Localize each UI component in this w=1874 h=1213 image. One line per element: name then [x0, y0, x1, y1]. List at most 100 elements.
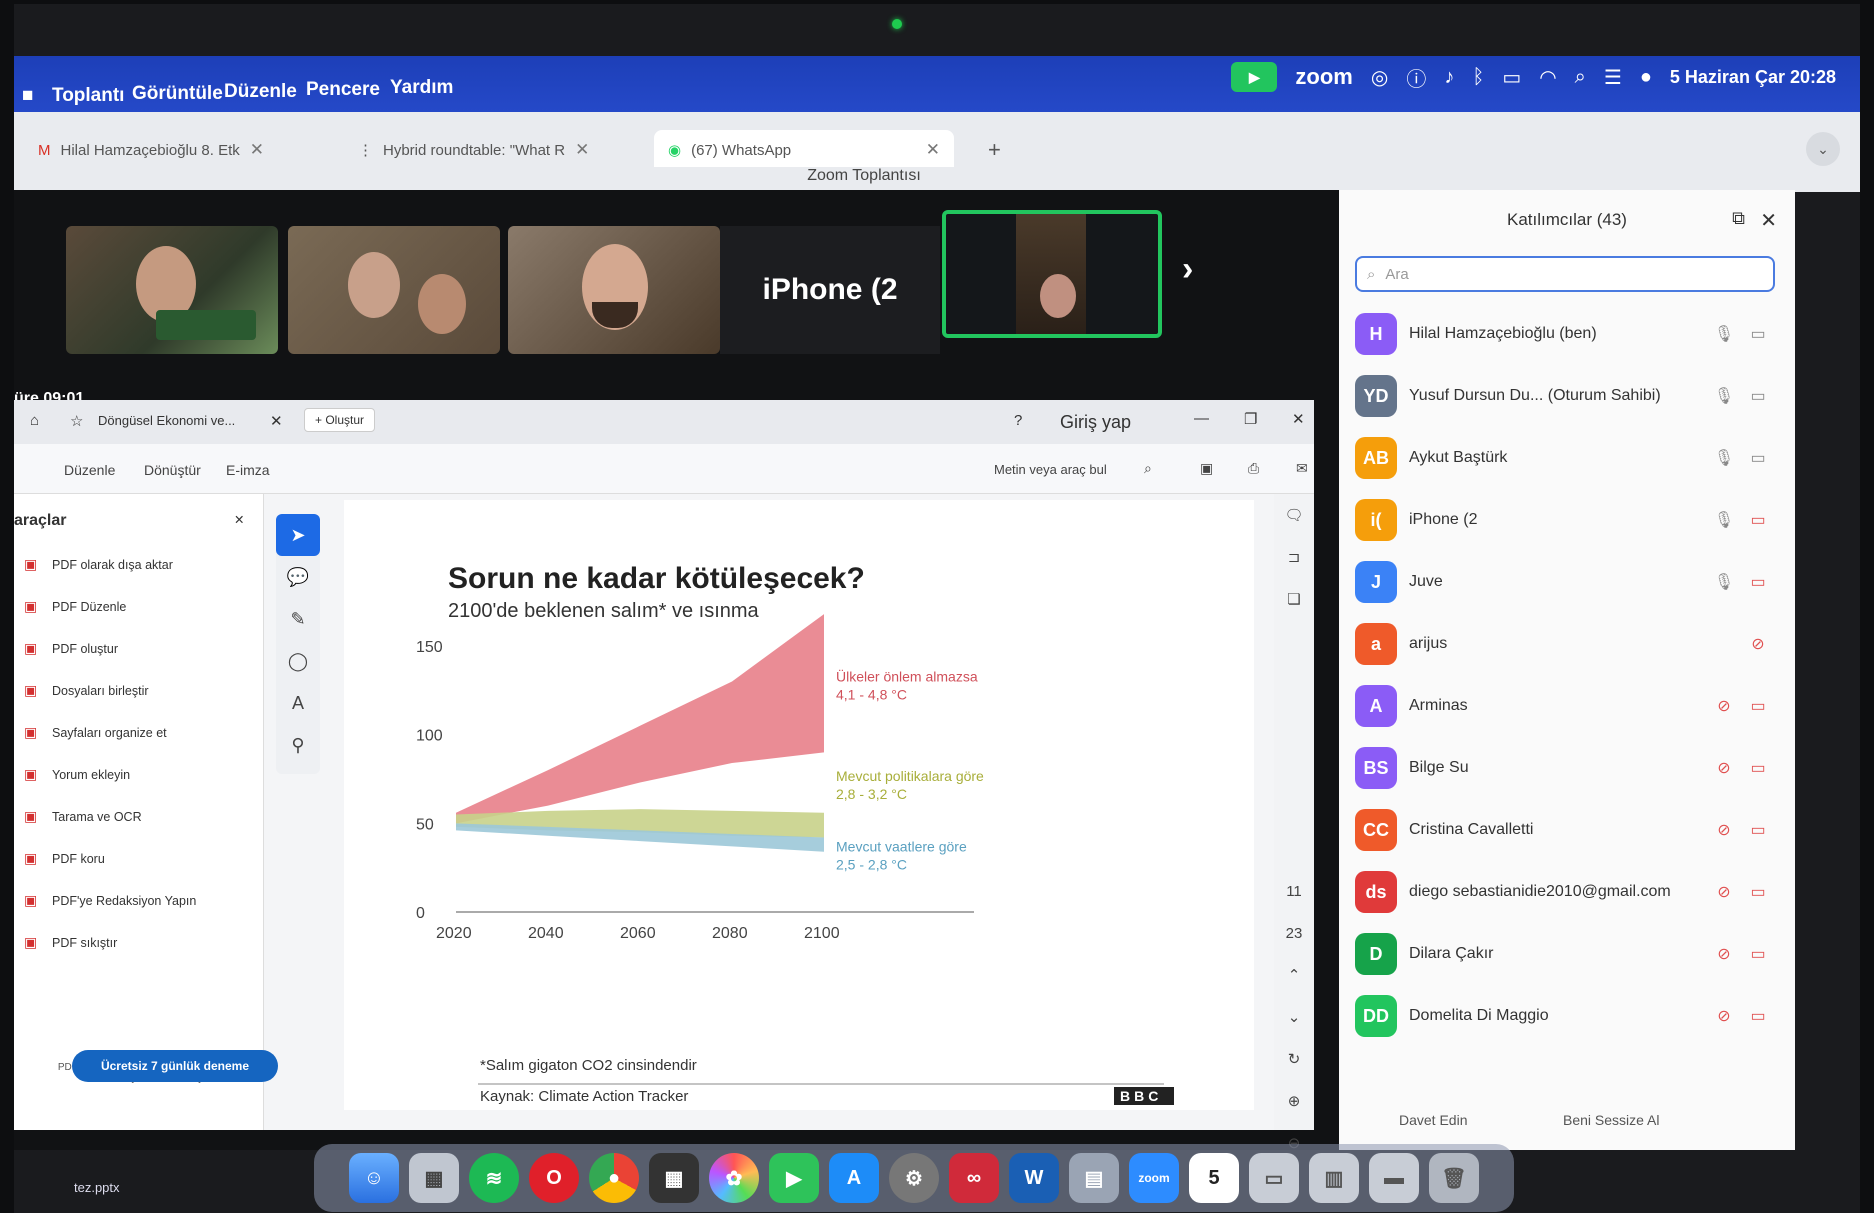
email-icon[interactable]: ✉ [1296, 460, 1308, 477]
toolbar-convert[interactable]: Dönüştür [144, 462, 201, 478]
video-tile-2[interactable] [288, 226, 500, 354]
close-window-icon[interactable]: ✕ [1292, 410, 1305, 428]
bluetooth-icon[interactable]: ᛒ [1472, 66, 1484, 89]
video-tile-iphone[interactable]: iPhone (2 [720, 226, 940, 354]
video-camera-icon[interactable]: ▭ [1741, 696, 1775, 716]
participants-search-input[interactable]: ⌕ Ara [1355, 256, 1775, 292]
pages-icon[interactable]: ❏ [1274, 578, 1314, 620]
comment-tool-icon[interactable]: 💬 [276, 556, 320, 598]
microphone-icon[interactable]: 🎙 [1707, 510, 1741, 530]
microphone-icon[interactable]: 🎙 [1707, 386, 1741, 406]
video-camera-icon[interactable]: ▭ [1741, 386, 1775, 406]
menu-item-edit[interactable]: Düzenle [224, 82, 297, 102]
print-icon[interactable]: ⎙ [1248, 460, 1259, 477]
creative-cloud-app-icon[interactable]: ∞ [949, 1153, 999, 1203]
star-icon[interactable]: ☆ [70, 412, 83, 430]
tab-list-chevron-icon[interactable]: ⌄ [1806, 132, 1840, 166]
video-camera-icon[interactable]: ▭ [1741, 324, 1775, 344]
popout-icon[interactable]: ⧉ [1732, 208, 1745, 229]
opera-icon[interactable]: O [529, 1153, 579, 1203]
apple-menu-icon[interactable]: ■ [22, 86, 33, 106]
free-trial-button[interactable]: Ücretsiz 7 günlük deneme [72, 1050, 278, 1082]
chrome-icon[interactable]: ● [589, 1153, 639, 1203]
tool-item[interactable]: ▣ Yorum ekleyin [24, 766, 130, 783]
participant-row[interactable]: AB Aykut Baştürk 🎙 ▭ [1355, 430, 1775, 486]
tool-item[interactable]: ▣ PDF Düzenle [24, 598, 126, 615]
control-center-icon[interactable]: ☰ [1604, 65, 1622, 90]
toolbar-edit[interactable]: Düzenle [64, 462, 115, 478]
video-camera-icon[interactable]: ▭ [1741, 510, 1775, 530]
facetime-icon[interactable]: ▶ [769, 1153, 819, 1203]
menu-item-view[interactable]: Görüntüle [132, 84, 223, 104]
microphone-icon[interactable]: ⊘ [1741, 634, 1775, 654]
help-icon[interactable]: ? [1014, 412, 1022, 429]
tab-roundtable[interactable]: ⋮ Hybrid roundtable: "What R ✕ [344, 130, 603, 170]
lasso-tool-icon[interactable]: ◯ [276, 640, 320, 682]
minimize-icon[interactable]: — [1194, 410, 1209, 427]
participant-row[interactable]: J Juve 🎙 ▭ [1355, 554, 1775, 610]
tool-item[interactable]: ▣ Sayfaları organize et [24, 724, 167, 741]
tool-search-input[interactable]: Metin veya araç bul [994, 462, 1107, 477]
battery-icon[interactable]: ▭ [1502, 65, 1521, 90]
select-tool-icon[interactable]: ➤ [276, 514, 320, 556]
new-tab-button[interactable]: + [974, 130, 1015, 170]
tool-item[interactable]: ▣ Tarama ve OCR [24, 808, 142, 825]
desktop-file-label[interactable]: tez.pptx [74, 1180, 120, 1195]
search-icon[interactable]: ⌕ [1144, 460, 1152, 477]
tab-whatsapp[interactable]: ◉ (67) WhatsApp ✕ [654, 130, 954, 170]
participant-row[interactable]: YD Yusuf Dursun Du... (Oturum Sahibi) 🎙 ▭ [1355, 368, 1775, 424]
close-document-icon[interactable]: ✕ [270, 412, 283, 430]
mute-me-button[interactable]: Beni Sessize Al [1563, 1112, 1660, 1128]
video-tile-3[interactable] [508, 226, 720, 354]
downloads-stack-icon[interactable]: ▥ [1309, 1153, 1359, 1203]
close-tools-icon[interactable]: ✕ [234, 512, 244, 527]
participant-row[interactable]: DD Domelita Di Maggio ⊘ ▭ [1355, 988, 1775, 1044]
creative-cloud-icon[interactable]: ◎ [1371, 65, 1388, 90]
word-icon[interactable]: W [1009, 1153, 1059, 1203]
close-tab-icon[interactable]: ✕ [926, 140, 940, 160]
photos-icon[interactable]: ✿ [709, 1153, 759, 1203]
menu-item-meeting[interactable]: Toplantı [52, 86, 124, 106]
video-camera-icon[interactable]: ▭ [1741, 882, 1775, 902]
participant-row[interactable]: a arijus ⊘ [1355, 616, 1775, 672]
app-store-icon[interactable]: A [829, 1153, 879, 1203]
page-down-icon[interactable]: ⌄ [1274, 996, 1314, 1038]
zoom-in-icon[interactable]: ⊕ [1274, 1080, 1314, 1122]
participant-row[interactable]: ds diego sebastianidie2010@gmail.com ⊘ ▭ [1355, 864, 1775, 920]
toolbar-esign[interactable]: E-imza [226, 462, 270, 478]
info-icon[interactable]: ⓘ [1406, 63, 1426, 92]
invite-button[interactable]: Davet Edin [1399, 1112, 1467, 1128]
microphone-icon[interactable]: ⊘ [1707, 696, 1741, 716]
create-button[interactable]: + Oluştur [304, 408, 376, 432]
system-settings-icon[interactable]: ⚙ [889, 1153, 939, 1203]
spotify-icon[interactable]: ≋ [469, 1153, 519, 1203]
trash-icon[interactable]: 🗑 [1429, 1153, 1479, 1203]
next-page-chevron-icon[interactable]: › [1182, 250, 1193, 289]
video-camera-icon[interactable]: ▭ [1741, 758, 1775, 778]
tool-item[interactable]: ▣ PDF sıkıştır [24, 934, 117, 951]
participant-row[interactable]: CC Cristina Cavalletti ⊘ ▭ [1355, 802, 1775, 858]
video-camera-icon[interactable]: ▭ [1741, 1006, 1775, 1026]
wifi-icon[interactable]: ◠ [1539, 65, 1556, 90]
pen-tool-icon[interactable]: ✎ [276, 598, 320, 640]
active-speaker-tile[interactable] [942, 210, 1162, 338]
signin-link[interactable]: Giriş yap [1060, 412, 1131, 433]
tool-item[interactable]: ▣ PDF koru [24, 850, 105, 867]
menu-item-window[interactable]: Pencere [306, 80, 380, 100]
microphone-icon[interactable]: ⊘ [1707, 820, 1741, 840]
microphone-icon[interactable]: ⊘ [1707, 758, 1741, 778]
video-camera-icon[interactable]: ▭ [1741, 820, 1775, 840]
folder-icon[interactable]: ▬ [1369, 1153, 1419, 1203]
video-camera-icon[interactable]: ▭ [1741, 572, 1775, 592]
zoom-video-icon[interactable]: ▶ [1231, 62, 1278, 92]
volume-icon[interactable]: ♪ [1444, 66, 1454, 89]
save-icon[interactable]: ▣ [1200, 460, 1213, 477]
microphone-icon[interactable]: ⊘ [1707, 882, 1741, 902]
bookmark-icon[interactable]: ⊐ [1274, 536, 1314, 578]
menu-item-help[interactable]: Yardım [390, 78, 453, 98]
participant-row[interactable]: D Dilara Çakır ⊘ ▭ [1355, 926, 1775, 982]
video-camera-icon[interactable]: ▭ [1741, 448, 1775, 468]
stamp-tool-icon[interactable]: ⚲ [276, 724, 320, 766]
close-tab-icon[interactable]: ✕ [575, 140, 589, 160]
home-icon[interactable]: ⌂ [30, 412, 39, 429]
